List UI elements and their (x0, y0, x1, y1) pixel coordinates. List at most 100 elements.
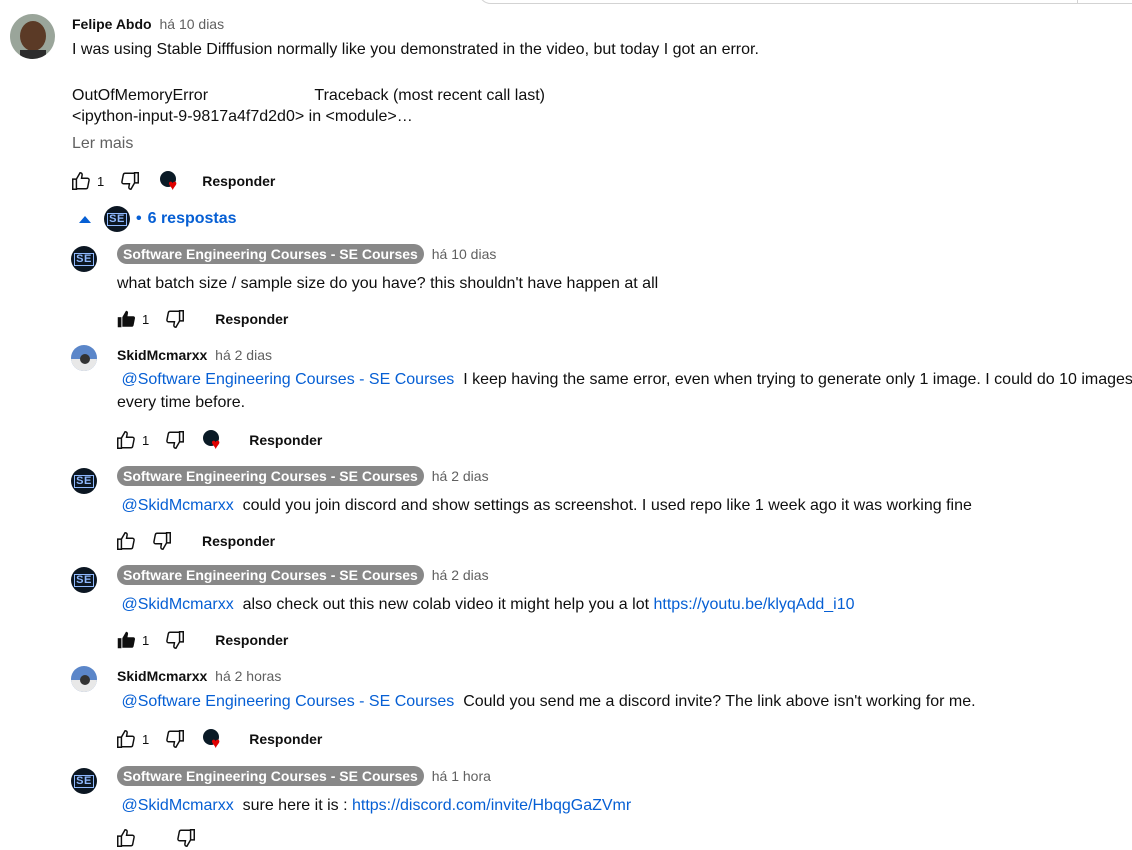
like-count: 1 (142, 632, 150, 648)
thumbs-up-icon (117, 431, 135, 449)
creator-heart-badge: ♥ (203, 430, 223, 452)
thumbs-down-icon (166, 631, 185, 649)
reply-text: what batch size / sample size do you hav… (117, 275, 659, 292)
like-button[interactable] (69, 169, 93, 193)
avatar-felipe[interactable] (10, 14, 55, 59)
creator-author-badge[interactable]: Software Engineering Courses - SE Course… (117, 766, 424, 786)
reply-time[interactable]: há 2 dias (215, 347, 272, 363)
external-link[interactable]: https://discord.com/invite/HbqgGaZVmr (352, 797, 631, 814)
reply-header: Software Engineering Courses - SE Course… (117, 466, 489, 486)
reply-header: SkidMcmarxx há 2 dias (117, 347, 272, 363)
heart-icon: ♥ (168, 177, 178, 194)
read-more-link[interactable]: Ler mais (72, 135, 133, 153)
like-count: 1 (97, 173, 105, 189)
mention-link[interactable]: @SkidMcmarxx (121, 497, 233, 514)
reply-text: @SkidMcmarxx sure here it is : https://d… (121, 797, 632, 814)
replies-count: 6 respostas (147, 210, 237, 227)
reply-time[interactable]: há 10 dias (432, 246, 497, 262)
reply-actions: 1 Responder (114, 307, 288, 331)
comment-author[interactable]: Felipe Abdo (72, 16, 152, 32)
comment-text-line-1: I was using Stable Difffusion normally l… (72, 41, 759, 58)
like-count: 1 (142, 432, 150, 448)
reply-text: @SkidMcmarxx could you join discord and … (121, 497, 972, 514)
mention-link[interactable]: @SkidMcmarxx (121, 596, 233, 613)
reply-time[interactable]: há 1 hora (432, 768, 491, 784)
avatar-skidmcmarxx[interactable] (71, 666, 97, 692)
reply-button[interactable]: Responder (202, 533, 275, 549)
thumbs-down-icon (166, 310, 185, 328)
creator-avatar-mini: SE (104, 206, 130, 232)
reply-button[interactable]: Responder (202, 173, 275, 189)
reply-actions: 1 ♥ Responder (114, 428, 322, 452)
dislike-button[interactable] (118, 169, 142, 193)
reply-button[interactable]: Responder (249, 731, 322, 747)
caret-up-icon (79, 216, 91, 223)
thumbs-up-filled-icon (117, 631, 136, 649)
reply-button[interactable]: Responder (215, 311, 288, 327)
reply-time[interactable]: há 2 dias (432, 468, 489, 484)
comment-text-line-3: <ipython-input-9-9817a4f7d2d0> in <modul… (72, 108, 413, 125)
reply-author[interactable]: SkidMcmarxx (117, 347, 207, 363)
comment-text-line-2: OutOfMemoryError Traceback (most recent … (72, 87, 545, 104)
reply-header: Software Engineering Courses - SE Course… (117, 766, 491, 786)
thumbs-up-icon (72, 172, 90, 190)
reply-text-line-2: every time before. (117, 394, 246, 411)
dislike-button[interactable] (163, 428, 187, 452)
thumbs-down-icon (153, 532, 171, 550)
reply-text: @Software Engineering Courses - SE Cours… (121, 371, 1132, 388)
avatar-skidmcmarxx[interactable] (71, 345, 97, 371)
dislike-button[interactable] (163, 307, 187, 331)
creator-heart-badge: ♥ (203, 729, 223, 752)
mention-link[interactable]: @Software Engineering Courses - SE Cours… (121, 693, 454, 710)
search-bar-fragment[interactable] (478, 0, 1132, 4)
creator-author-badge[interactable]: Software Engineering Courses - SE Course… (117, 565, 424, 585)
mention-link[interactable]: @Software Engineering Courses - SE Cours… (121, 371, 454, 388)
thumbs-up-icon (117, 532, 135, 550)
like-button[interactable] (114, 428, 138, 452)
reply-actions: Responder (114, 529, 275, 553)
like-button[interactable] (114, 307, 138, 331)
thumbs-down-icon (166, 730, 185, 748)
reply-actions: 1 Responder (114, 628, 288, 652)
reply-button[interactable]: Responder (249, 432, 322, 448)
comment-time[interactable]: há 10 dias (159, 16, 224, 32)
like-button[interactable] (114, 826, 138, 850)
reply-text: @SkidMcmarxx also check out this new col… (121, 596, 855, 613)
creator-author-badge[interactable]: Software Engineering Courses - SE Course… (117, 466, 424, 486)
like-count: 1 (142, 731, 150, 747)
creator-author-badge[interactable]: Software Engineering Courses - SE Course… (117, 244, 424, 264)
dislike-button[interactable] (163, 727, 187, 751)
reply-button[interactable]: Responder (215, 632, 288, 648)
dislike-button[interactable] (174, 826, 198, 850)
like-button[interactable] (114, 529, 138, 553)
thumbs-up-icon (117, 730, 135, 748)
avatar-se-courses[interactable]: SE (71, 768, 97, 794)
external-link[interactable]: https://youtu.be/klyqAdd_i10 (654, 596, 855, 613)
comment-actions: 1 ♥ Responder (69, 169, 275, 193)
top-comment-header: Felipe Abdo há 10 dias (72, 16, 224, 32)
reply-actions: 1 ♥ Responder (114, 727, 322, 751)
search-divider (1077, 0, 1078, 4)
mention-link[interactable]: @SkidMcmarxx (121, 797, 233, 814)
avatar-se-courses[interactable]: SE (71, 246, 97, 272)
reply-header: SkidMcmarxx há 2 horas (117, 668, 281, 684)
thumbs-down-icon (121, 172, 140, 190)
avatar-se-courses[interactable]: SE (71, 567, 97, 593)
reply-time[interactable]: há 2 dias (432, 567, 489, 583)
thumbs-down-icon (177, 829, 195, 847)
thumbs-down-icon (166, 431, 185, 449)
heart-icon: ♥ (211, 735, 221, 752)
dislike-button[interactable] (150, 529, 174, 553)
avatar-se-courses[interactable]: SE (71, 468, 97, 494)
like-button[interactable] (114, 628, 138, 652)
reply-text: @Software Engineering Courses - SE Cours… (121, 693, 976, 710)
thumbs-up-icon (117, 829, 135, 847)
like-button[interactable] (114, 727, 138, 751)
creator-heart-badge: ♥ (160, 171, 180, 194)
reply-header: Software Engineering Courses - SE Course… (117, 565, 489, 585)
thumbs-up-filled-icon (117, 310, 136, 328)
replies-toggle[interactable]: SE • 6 respostas (78, 206, 237, 232)
dislike-button[interactable] (163, 628, 187, 652)
reply-time[interactable]: há 2 horas (215, 668, 281, 684)
reply-author[interactable]: SkidMcmarxx (117, 668, 207, 684)
